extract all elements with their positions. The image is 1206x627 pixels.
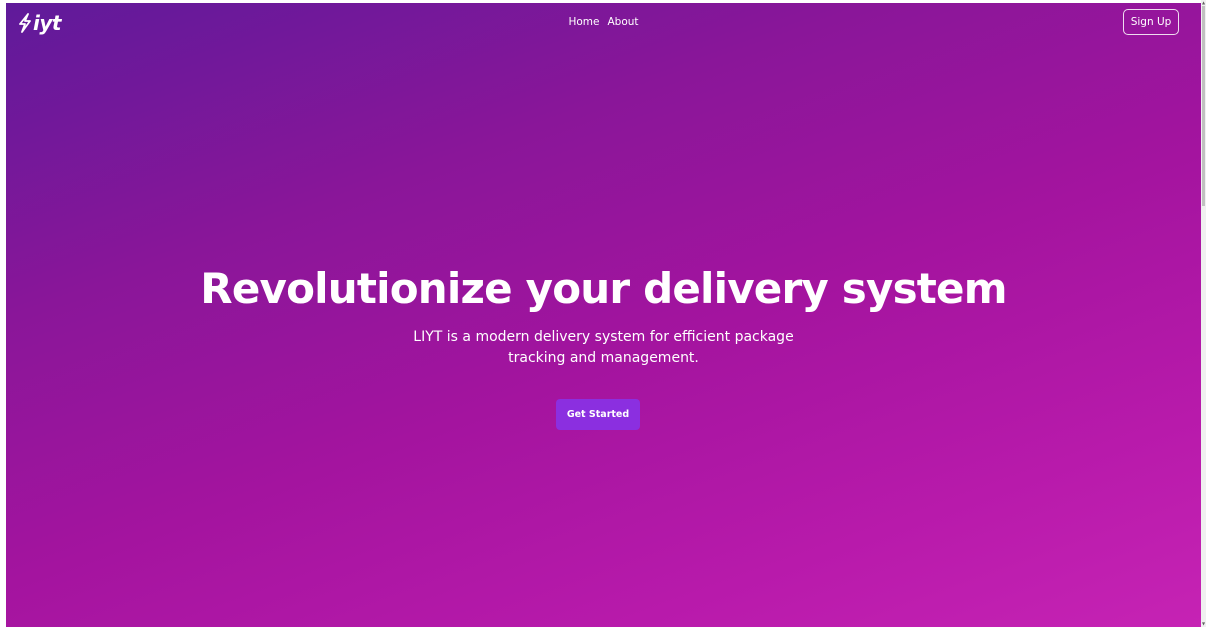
get-started-button[interactable]: Get Started xyxy=(556,399,640,430)
hero-subtitle: LIYT is a modern delivery system for eff… xyxy=(413,329,794,366)
sign-up-button[interactable]: Sign Up xyxy=(1123,9,1179,35)
nav-link-home[interactable]: Home xyxy=(568,15,599,29)
hero-section: Revolutionize your delivery system LIYT … xyxy=(6,261,1201,369)
vertical-scrollbar[interactable]: ▲ ▼ xyxy=(1201,0,1206,627)
nav-link-about[interactable]: About xyxy=(607,15,638,29)
navbar: iyt Home About Sign Up xyxy=(6,3,1201,43)
scrollbar-thumb[interactable] xyxy=(1202,6,1205,206)
triangle-down-icon[interactable]: ▼ xyxy=(1201,621,1206,626)
hero-title: Revolutionize your delivery system xyxy=(200,264,1007,313)
nav-links: Home About xyxy=(6,15,1201,29)
triangle-up-icon[interactable]: ▲ xyxy=(1201,0,1206,5)
page-viewport: iyt Home About Sign Up Revolutionize you… xyxy=(6,3,1201,627)
